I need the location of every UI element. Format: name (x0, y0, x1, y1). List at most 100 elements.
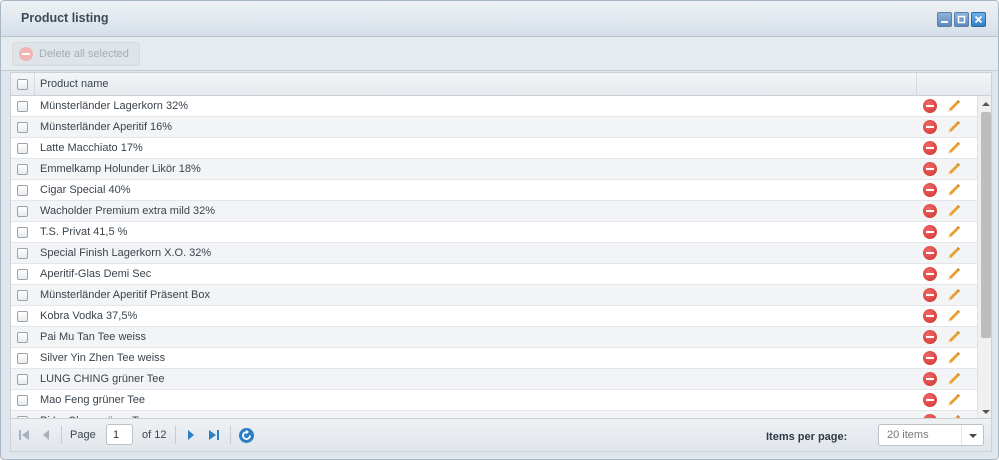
table-row[interactable]: Special Finish Lagerkorn X.O. 32% (11, 243, 977, 264)
edit-pencil-icon[interactable] (946, 287, 962, 303)
edit-pencil-icon[interactable] (946, 266, 962, 282)
row-checkbox[interactable] (17, 206, 28, 217)
delete-icon[interactable] (923, 267, 937, 281)
edit-pencil-icon[interactable] (946, 161, 962, 177)
row-checkbox[interactable] (17, 185, 28, 196)
delete-icon[interactable] (923, 141, 937, 155)
table-row[interactable]: Emmelkamp Holunder Likör 18% (11, 159, 977, 180)
delete-icon[interactable] (923, 330, 937, 344)
delete-icon[interactable] (923, 246, 937, 260)
pager-separator (61, 426, 62, 444)
edit-pencil-icon[interactable] (946, 119, 962, 135)
table-row[interactable]: Silver Yin Zhen Tee weiss (11, 348, 977, 369)
title-bar[interactable]: Product listing (1, 1, 998, 37)
previous-page-icon[interactable] (39, 428, 53, 442)
product-name-cell: Mao Feng grüner Tee (40, 394, 145, 406)
delete-icon[interactable] (923, 351, 937, 365)
row-checkbox[interactable] (17, 248, 28, 259)
product-name-cell: Special Finish Lagerkorn X.O. 32% (40, 247, 212, 259)
scroll-down-icon[interactable] (982, 410, 990, 414)
row-checkbox[interactable] (17, 311, 28, 322)
edit-pencil-icon[interactable] (946, 98, 962, 114)
table-row[interactable]: Cigar Special 40% (11, 180, 977, 201)
delete-icon[interactable] (923, 393, 937, 407)
first-page-icon[interactable] (17, 428, 31, 442)
table-row[interactable]: Pi Lo Chun grüner Tee (11, 411, 977, 418)
product-listing-window: Product listing Delete all selected Prod… (0, 0, 999, 460)
row-checkbox[interactable] (17, 353, 28, 364)
edit-pencil-icon[interactable] (946, 392, 962, 408)
edit-pencil-icon[interactable] (946, 203, 962, 219)
product-name-cell: Emmelkamp Holunder Likör 18% (40, 163, 201, 175)
product-name-cell: Münsterländer Aperitif 16% (40, 121, 173, 133)
refresh-icon[interactable] (238, 427, 255, 444)
row-checkbox[interactable] (17, 101, 28, 112)
product-name-cell: Wacholder Premium extra mild 32% (40, 205, 216, 217)
table-row[interactable]: Wacholder Premium extra mild 32% (11, 201, 977, 222)
row-checkbox[interactable] (17, 164, 28, 175)
delete-icon[interactable] (923, 120, 937, 134)
row-checkbox[interactable] (17, 395, 28, 406)
next-page-icon[interactable] (184, 428, 198, 442)
table-row[interactable]: Pai Mu Tan Tee weiss (11, 327, 977, 348)
page-count-label: of 12 (142, 429, 167, 441)
delete-icon[interactable] (923, 225, 937, 239)
edit-pencil-icon[interactable] (946, 350, 962, 366)
edit-pencil-icon[interactable] (946, 224, 962, 240)
product-name-cell: Aperitif-Glas Demi Sec (40, 268, 152, 280)
table-row[interactable]: Kobra Vodka 37,5% (11, 306, 977, 327)
delete-all-selected-button[interactable]: Delete all selected (12, 42, 140, 66)
delete-icon[interactable] (923, 309, 937, 323)
edit-pencil-icon[interactable] (946, 329, 962, 345)
delete-icon[interactable] (923, 162, 937, 176)
items-per-page-value: 20 items (887, 429, 929, 441)
scrollbar-thumb[interactable] (981, 112, 991, 338)
maximize-icon[interactable] (954, 12, 969, 27)
row-checkbox[interactable] (17, 269, 28, 280)
product-name-cell: Cigar Special 40% (40, 184, 131, 196)
edit-pencil-icon[interactable] (946, 245, 962, 261)
delete-icon[interactable] (923, 288, 937, 302)
table-row[interactable]: Mao Feng grüner Tee (11, 390, 977, 411)
column-header-product-name[interactable]: Product name (35, 73, 917, 96)
row-checkbox[interactable] (17, 122, 28, 133)
row-checkbox[interactable] (17, 227, 28, 238)
product-grid: Product name Münsterländer Lagerkorn 32%… (10, 72, 992, 419)
table-row[interactable]: LUNG CHING grüner Tee (11, 369, 977, 390)
edit-pencil-icon[interactable] (946, 371, 962, 387)
table-row[interactable]: Münsterländer Aperitif 16% (11, 117, 977, 138)
minimize-icon[interactable] (937, 12, 952, 27)
row-checkbox[interactable] (17, 143, 28, 154)
product-name-cell: Münsterländer Aperitif Präsent Box (40, 289, 210, 301)
delete-all-selected-label: Delete all selected (39, 48, 129, 60)
table-row[interactable]: Münsterländer Aperitif Präsent Box (11, 285, 977, 306)
delete-icon[interactable] (923, 372, 937, 386)
product-name-cell: Kobra Vodka 37,5% (40, 310, 138, 322)
delete-icon (19, 47, 33, 61)
last-page-icon[interactable] (207, 428, 221, 442)
delete-icon[interactable] (923, 99, 937, 113)
select-all-checkbox[interactable] (17, 79, 28, 90)
table-row[interactable]: T.S. Privat 41,5 % (11, 222, 977, 243)
vertical-scrollbar[interactable] (977, 96, 991, 418)
close-icon[interactable] (971, 12, 986, 27)
table-row[interactable]: Latte Macchiato 17% (11, 138, 977, 159)
scroll-up-icon[interactable] (982, 102, 990, 106)
delete-icon[interactable] (923, 204, 937, 218)
row-checkbox[interactable] (17, 374, 28, 385)
edit-pencil-icon[interactable] (946, 308, 962, 324)
edit-pencil-icon[interactable] (946, 182, 962, 198)
edit-pencil-icon[interactable] (946, 140, 962, 156)
page-number-input[interactable] (106, 424, 133, 445)
row-checkbox[interactable] (17, 290, 28, 301)
grid-rows: Münsterländer Lagerkorn 32% Münsterländer… (11, 96, 977, 418)
delete-icon[interactable] (923, 183, 937, 197)
items-per-page-select[interactable]: 20 items (878, 424, 984, 446)
chevron-down-icon[interactable] (961, 425, 983, 445)
product-name-cell: Silver Yin Zhen Tee weiss (40, 352, 166, 364)
pager-separator (230, 426, 231, 444)
table-row[interactable]: Münsterländer Lagerkorn 32% (11, 96, 977, 117)
product-name-cell: Pai Mu Tan Tee weiss (40, 331, 146, 343)
row-checkbox[interactable] (17, 332, 28, 343)
table-row[interactable]: Aperitif-Glas Demi Sec (11, 264, 977, 285)
